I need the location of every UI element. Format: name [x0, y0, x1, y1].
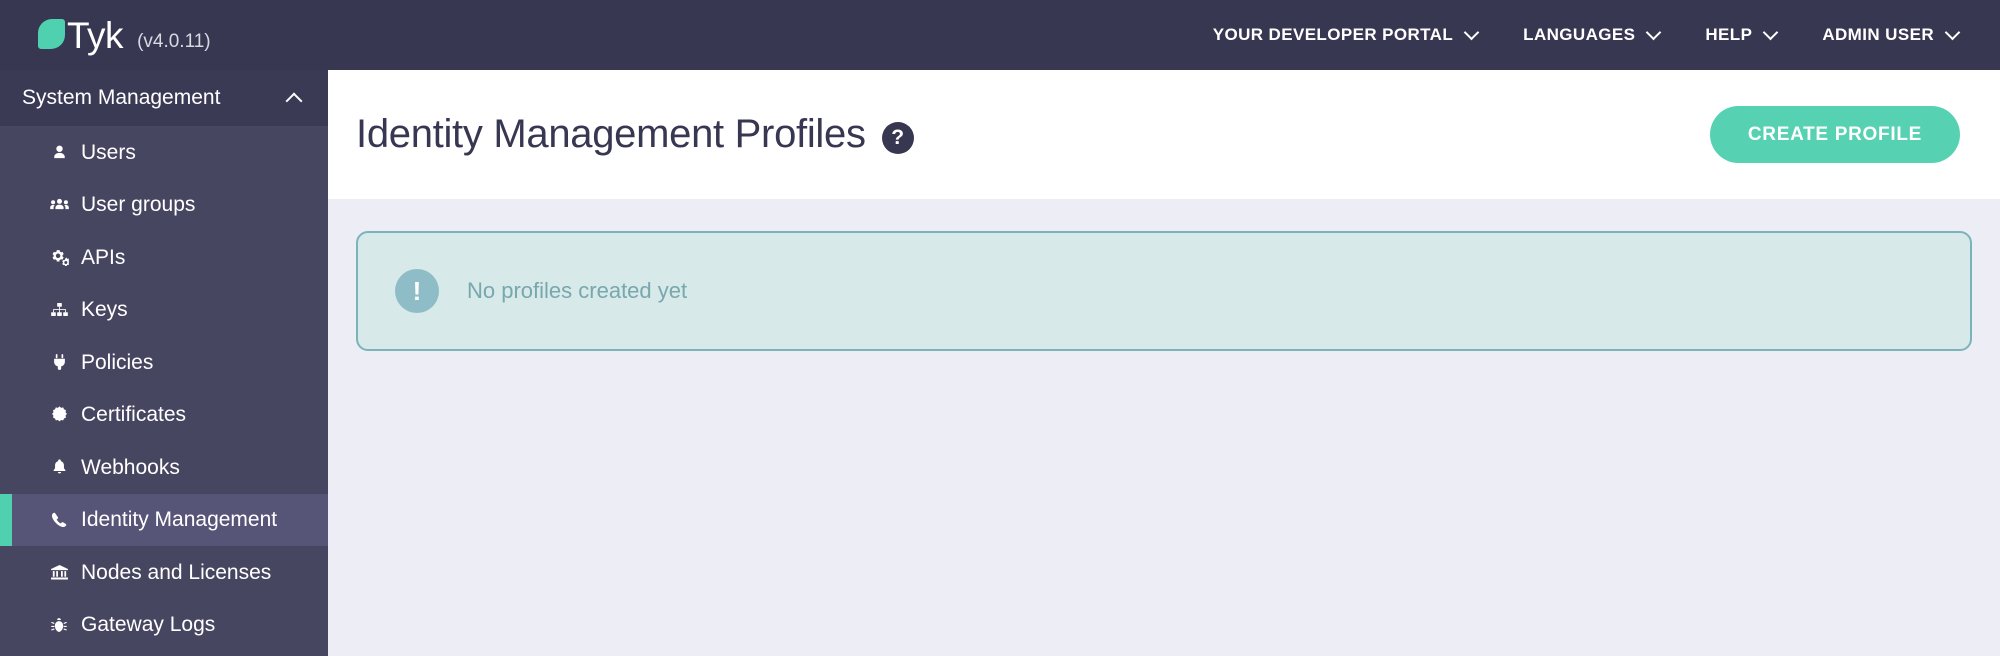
chevron-down-icon [1466, 27, 1479, 40]
nav-languages[interactable]: LANGUAGES [1523, 25, 1661, 45]
sidebar-item-keys[interactable]: Keys [0, 284, 328, 337]
sidebar-item-gateway-logs[interactable]: Gateway Logs [0, 599, 328, 652]
nav-admin-user[interactable]: ADMIN USER [1822, 25, 1960, 45]
sidebar-item-webhooks[interactable]: Webhooks [0, 441, 328, 494]
certificate-icon [48, 405, 70, 425]
sidebar-item-apis[interactable]: APIs [0, 231, 328, 284]
gears-icon [48, 247, 70, 267]
sidebar-item-users[interactable]: Users [0, 126, 328, 179]
exclamation-icon: ! [395, 269, 439, 313]
tyk-logo[interactable]: Tyk [38, 15, 124, 57]
bug-icon [48, 615, 70, 635]
top-navigation-bar: Tyk (v4.0.11) YOUR DEVELOPER PORTAL LANG… [0, 0, 2000, 70]
users-group-icon [48, 195, 70, 215]
sidebar-item-identity-management[interactable]: Identity Management [0, 493, 328, 546]
sidebar-item-user-groups-label: User groups [81, 193, 196, 217]
main-content: Identity Management Profiles ? CREATE PR… [328, 70, 2000, 656]
nav-help[interactable]: HELP [1705, 25, 1778, 45]
sidebar-item-certificates-label: Certificates [81, 403, 187, 427]
tyk-leaf-logo-icon [38, 18, 65, 49]
chevron-up-icon[interactable] [288, 91, 302, 105]
sidebar-section-title: System Management [22, 86, 221, 109]
nav-admin-user-label: ADMIN USER [1822, 25, 1934, 44]
question-mark-icon[interactable]: ? [881, 121, 914, 154]
page-header: Identity Management Profiles ? CREATE PR… [328, 70, 2000, 199]
sidebar-item-keys-label: Keys [81, 298, 128, 322]
sidebar: System Management Users User groups APIs [0, 70, 328, 656]
bank-icon [48, 562, 70, 582]
nav-your-developer-portal[interactable]: YOUR DEVELOPER PORTAL [1213, 25, 1479, 45]
nav-languages-label: LANGUAGES [1523, 25, 1636, 44]
phone-icon [48, 510, 70, 530]
sidebar-section-system-management[interactable]: System Management [0, 70, 328, 126]
nav-help-label: HELP [1705, 25, 1753, 44]
empty-state-notice: ! No profiles created yet [356, 231, 1972, 351]
sidebar-item-nodes-and-licenses[interactable]: Nodes and Licenses [0, 546, 328, 599]
chevron-down-icon [1947, 27, 1960, 40]
chevron-down-icon [1765, 27, 1778, 40]
sidebar-item-gateway-logs-label: Gateway Logs [81, 613, 216, 637]
create-profile-button[interactable]: CREATE PROFILE [1709, 106, 1960, 163]
page-title: Identity Management Profiles [356, 112, 866, 156]
sidebar-item-identity-management-label: Identity Management [81, 508, 278, 532]
sidebar-item-nodes-and-licenses-label: Nodes and Licenses [81, 560, 272, 584]
sitemap-icon [48, 300, 70, 320]
brand-block: Tyk (v4.0.11) [38, 15, 211, 55]
plug-icon [48, 352, 70, 372]
sidebar-item-policies-label: Policies [81, 350, 154, 374]
chevron-down-icon [1648, 27, 1661, 40]
empty-state-message: No profiles created yet [467, 278, 688, 303]
sidebar-item-users-label: Users [81, 140, 136, 164]
user-icon [48, 142, 70, 162]
top-nav-menu: YOUR DEVELOPER PORTAL LANGUAGES HELP ADM… [1213, 25, 1960, 45]
content-area: ! No profiles created yet [328, 199, 2000, 351]
sidebar-item-certificates[interactable]: Certificates [0, 389, 328, 442]
sidebar-item-apis-label: APIs [81, 245, 126, 269]
nav-your-developer-portal-label: YOUR DEVELOPER PORTAL [1212, 25, 1454, 44]
sidebar-item-user-groups[interactable]: User groups [0, 179, 328, 232]
version-label: (v4.0.11) [137, 30, 211, 52]
sidebar-item-policies[interactable]: Policies [0, 336, 328, 389]
bell-icon [48, 457, 70, 477]
tyk-logo-text: Tyk [67, 15, 124, 57]
sidebar-item-webhooks-label: Webhooks [81, 455, 180, 479]
